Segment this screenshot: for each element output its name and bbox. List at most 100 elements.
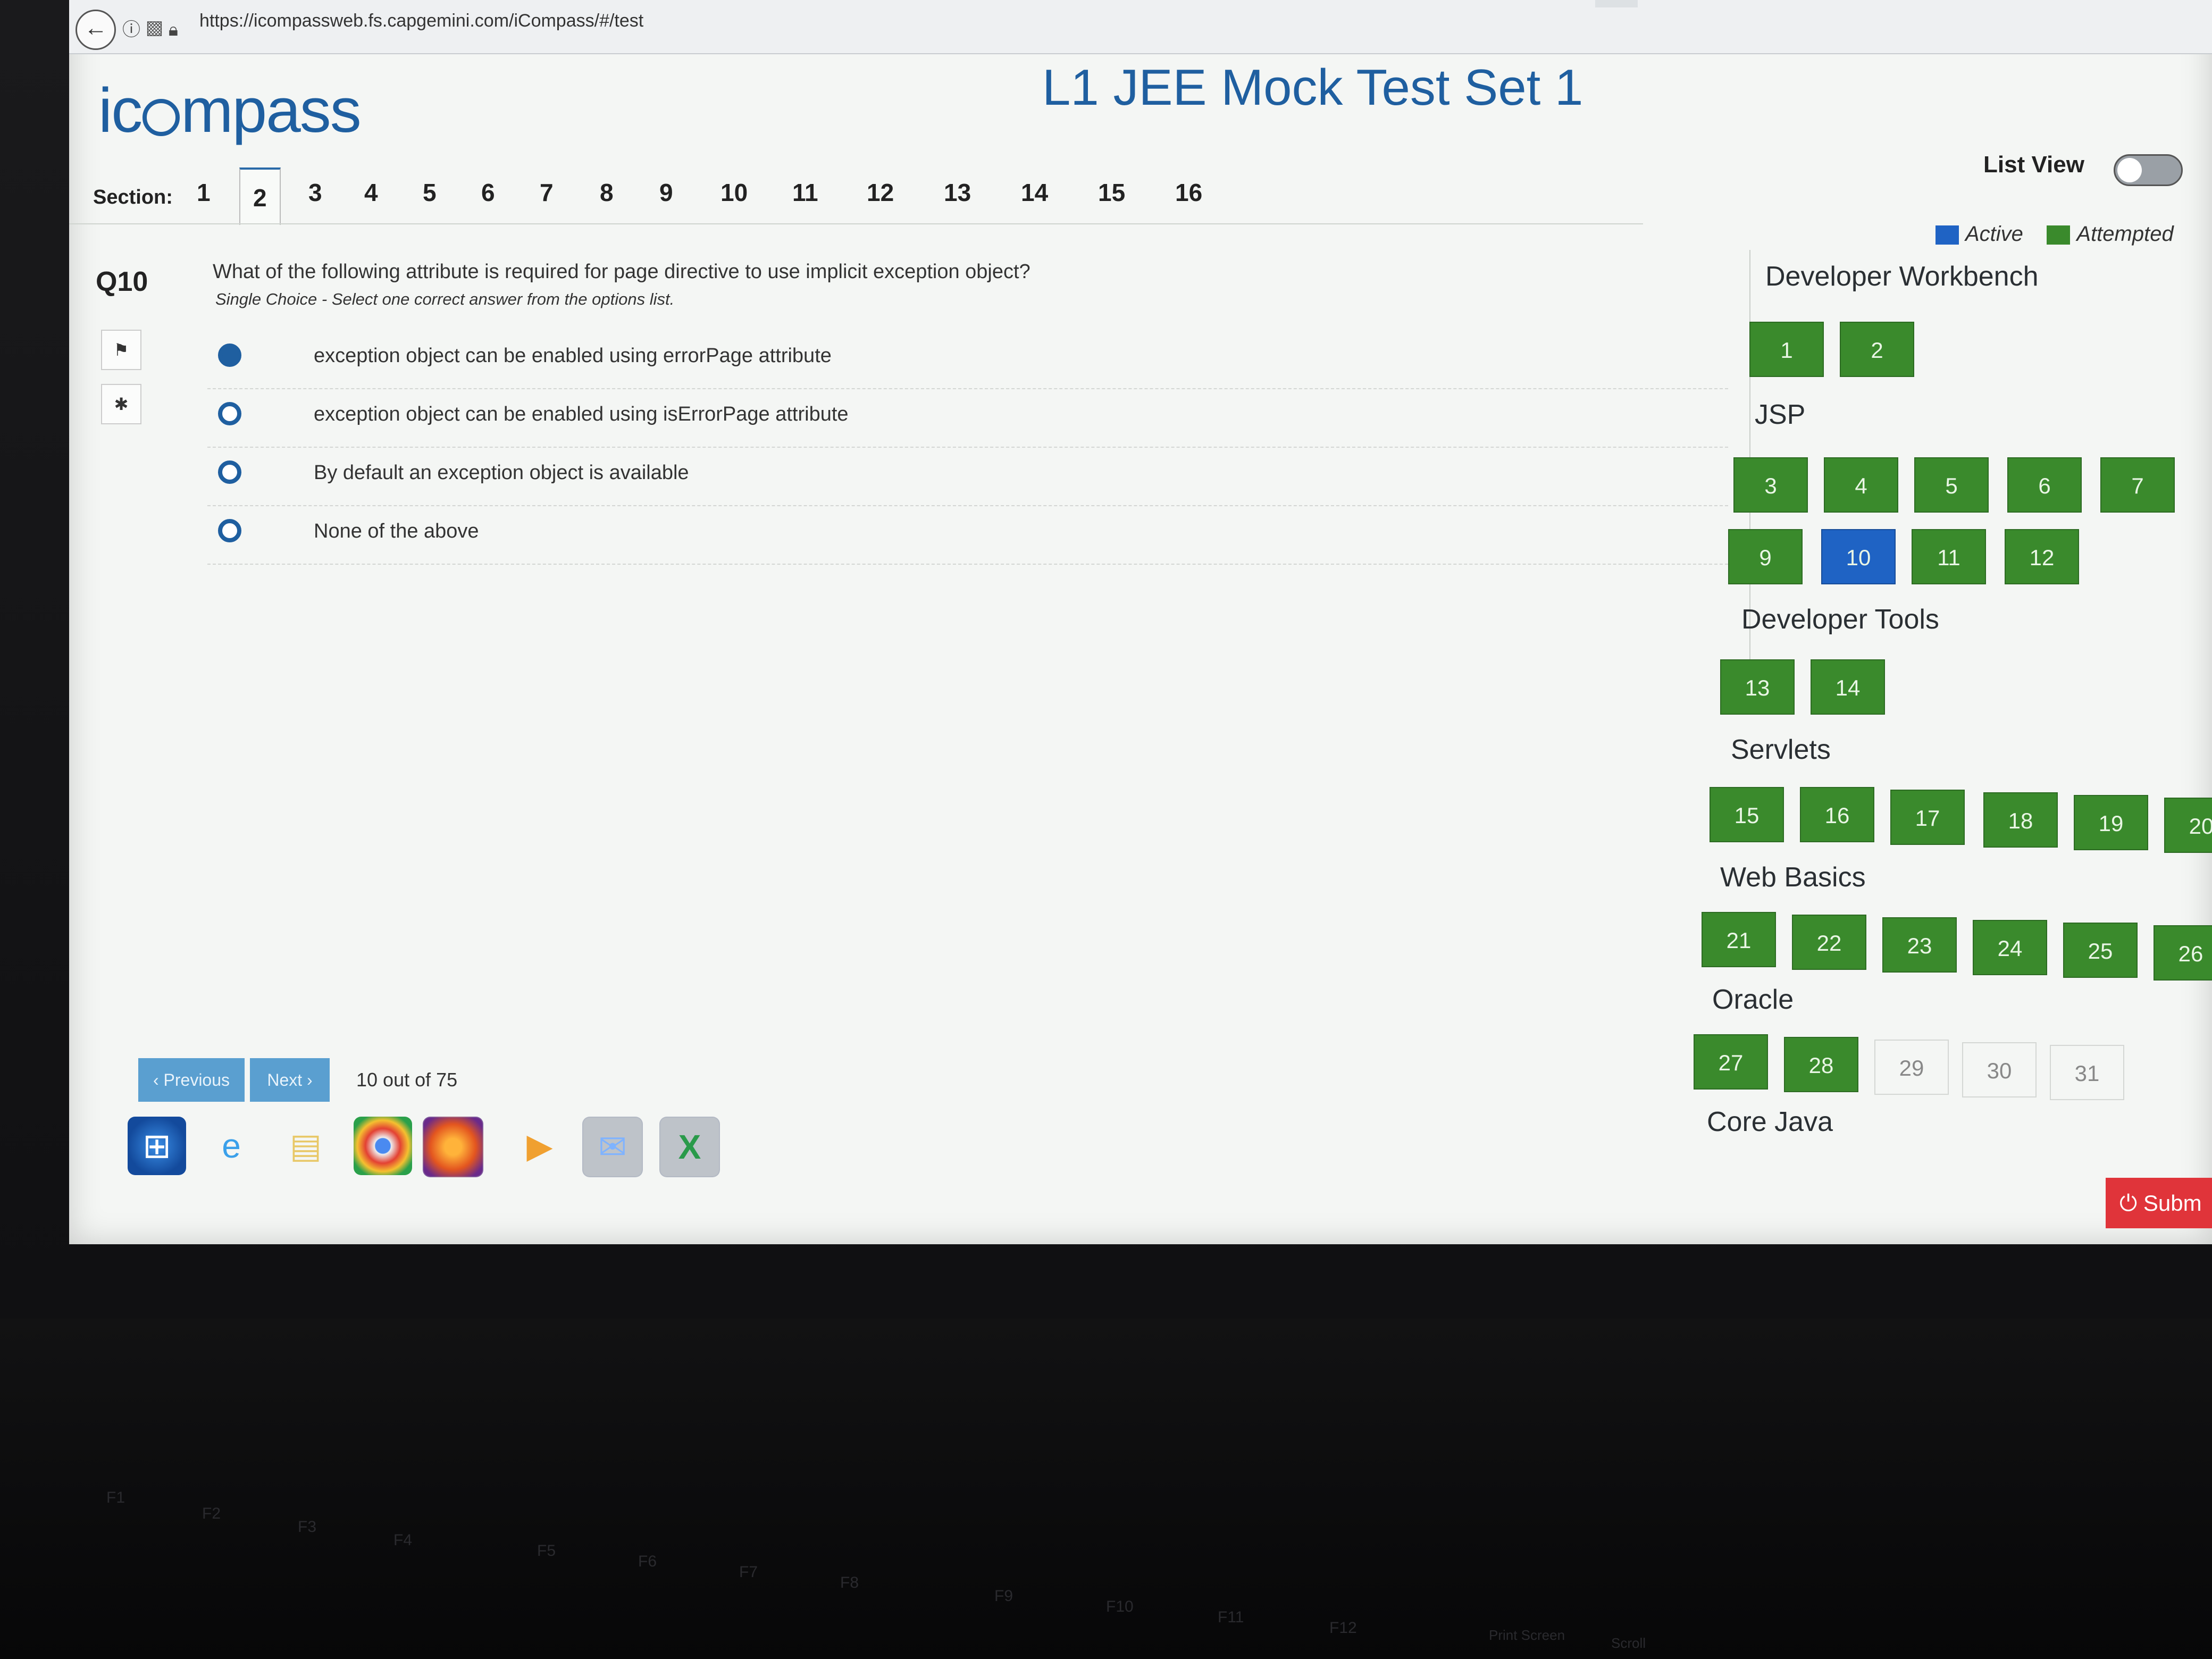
- answer-option-3[interactable]: By default an exception object is availa…: [207, 447, 1728, 506]
- address-bar: ← ⓘ ▩ 🔒︎ https://icompassweb.fs.capgemin…: [69, 0, 2212, 54]
- tab-divider: [69, 223, 1643, 224]
- question-button-18[interactable]: 18: [1983, 792, 2058, 848]
- info-icon: ⓘ: [122, 20, 140, 40]
- radio[interactable]: [218, 519, 241, 542]
- key-f8: F8: [840, 1574, 859, 1591]
- media-player-icon[interactable]: ▶: [510, 1117, 569, 1175]
- question-button-22[interactable]: 22: [1792, 915, 1866, 970]
- question-button-3[interactable]: 3: [1733, 457, 1808, 513]
- keyboard: F1 F2 F3 F4 F5 F6 F7 F8 F9 F10 F11 F12 P…: [0, 1319, 2212, 1659]
- question-button-25[interactable]: 25: [2063, 923, 2138, 978]
- question-button-14[interactable]: 14: [1811, 659, 1885, 715]
- tab-section-7[interactable]: 7: [540, 178, 554, 207]
- group-title-servlets: Servlets: [1731, 734, 1831, 765]
- answer-option-1[interactable]: exception object can be enabled using er…: [207, 330, 1728, 389]
- radio[interactable]: [218, 402, 241, 425]
- question-button-11[interactable]: 11: [1912, 529, 1986, 584]
- key-f2: F2: [202, 1505, 221, 1522]
- tab-section-8[interactable]: 8: [600, 178, 614, 207]
- question-button-10[interactable]: 10: [1821, 529, 1896, 584]
- question-type-hint: Single Choice - Select one correct answe…: [215, 290, 675, 308]
- question-button-27[interactable]: 27: [1694, 1034, 1768, 1090]
- submit-button[interactable]: ⏻ Subm: [2106, 1178, 2212, 1228]
- question-button-4[interactable]: 4: [1824, 457, 1898, 513]
- question-button-13[interactable]: 13: [1720, 659, 1795, 715]
- tab-section-13[interactable]: 13: [944, 178, 971, 207]
- file-explorer-icon[interactable]: ▤: [276, 1117, 335, 1175]
- question-text: What of the following attribute is requi…: [213, 261, 1030, 283]
- legend-active-label: Active: [1965, 222, 2023, 246]
- tab-section-5[interactable]: 5: [423, 178, 437, 207]
- question-button-9[interactable]: 9: [1728, 529, 1803, 584]
- question-button-19[interactable]: 19: [2074, 795, 2148, 850]
- radio-selected[interactable]: [218, 343, 241, 367]
- legend-attempted-label: Attempted: [2076, 222, 2174, 246]
- security-icons: ⓘ ▩ 🔒︎: [122, 15, 178, 41]
- option-label: exception object can be enabled using is…: [314, 403, 849, 425]
- question-button-15[interactable]: 15: [1710, 787, 1784, 842]
- group-title-developer-tools: Developer Tools: [1741, 604, 1939, 635]
- question-button-6[interactable]: 6: [2007, 457, 2082, 513]
- tab-section-14[interactable]: 14: [1021, 178, 1048, 207]
- previous-button[interactable]: ‹ Previous: [138, 1058, 245, 1102]
- question-button-16[interactable]: 16: [1800, 787, 1874, 842]
- question-button-7[interactable]: 7: [2100, 457, 2175, 513]
- group-title-web-basics: Web Basics: [1720, 862, 1866, 893]
- question-button-31[interactable]: 31: [2050, 1045, 2124, 1100]
- tab-section-12[interactable]: 12: [867, 178, 894, 207]
- lock-icon: 🔒︎: [168, 20, 178, 40]
- report-bug-button[interactable]: ✱: [101, 384, 141, 424]
- firefox-icon[interactable]: [423, 1117, 483, 1177]
- question-button-5[interactable]: 5: [1914, 457, 1989, 513]
- tab-section-11[interactable]: 11: [792, 178, 818, 207]
- start-button[interactable]: ⊞: [128, 1117, 186, 1175]
- question-button-2[interactable]: 2: [1840, 322, 1914, 377]
- list-view-toggle[interactable]: [2114, 154, 2183, 186]
- question-button-17[interactable]: 17: [1890, 790, 1965, 845]
- key-f11: F11: [1218, 1608, 1244, 1626]
- tab-section-4[interactable]: 4: [364, 178, 378, 207]
- question-button-21[interactable]: 21: [1702, 912, 1776, 967]
- option-label: By default an exception object is availa…: [314, 462, 689, 484]
- key-f12: F12: [1329, 1619, 1357, 1637]
- bug-icon: ✱: [114, 395, 129, 414]
- tab-section-3[interactable]: 3: [308, 178, 322, 207]
- tab-section-9[interactable]: 9: [659, 178, 673, 207]
- option-label: exception object can be enabled using er…: [314, 345, 832, 367]
- answer-option-2[interactable]: exception object can be enabled using is…: [207, 388, 1728, 448]
- excel-icon[interactable]: X: [659, 1117, 720, 1177]
- flag-question-button[interactable]: ⚑: [101, 330, 141, 370]
- tab-section-16[interactable]: 16: [1175, 178, 1202, 207]
- tab-section-6[interactable]: 6: [481, 178, 495, 207]
- internet-explorer-icon[interactable]: e: [202, 1117, 261, 1175]
- answer-option-4[interactable]: None of the above: [207, 505, 1728, 565]
- question-button-30[interactable]: 30: [1962, 1042, 2037, 1097]
- question-button-23[interactable]: 23: [1882, 917, 1957, 973]
- question-button-29[interactable]: 29: [1874, 1040, 1949, 1095]
- back-button[interactable]: ←: [76, 10, 116, 50]
- url-field[interactable]: https://icompassweb.fs.capgemini.com/iCo…: [199, 11, 643, 31]
- tab-section-10[interactable]: 10: [720, 178, 748, 207]
- key-f5: F5: [537, 1542, 556, 1560]
- question-button-12[interactable]: 12: [2005, 529, 2079, 584]
- question-button-24[interactable]: 24: [1973, 920, 2047, 975]
- tab-section-1[interactable]: 1: [197, 178, 211, 207]
- question-button-28[interactable]: 28: [1784, 1037, 1858, 1092]
- question-button-20[interactable]: 20: [2164, 798, 2212, 853]
- group-title-jsp: JSP: [1755, 399, 1806, 430]
- compass-icon: [143, 99, 180, 136]
- attempted-swatch: [2047, 225, 2071, 245]
- windows-logo-icon: ⊞: [143, 1127, 171, 1165]
- radio[interactable]: [218, 460, 241, 484]
- thunderbird-icon[interactable]: ✉: [582, 1117, 643, 1177]
- tab-section-2[interactable]: 2: [239, 167, 281, 225]
- tab-section-15[interactable]: 15: [1098, 178, 1125, 207]
- question-button-26[interactable]: 26: [2154, 925, 2212, 981]
- back-arrow-icon: ←: [84, 15, 107, 41]
- chrome-icon[interactable]: [354, 1117, 412, 1175]
- question-number: Q10: [96, 266, 148, 297]
- flag-icon: ⚑: [113, 340, 129, 359]
- group-title-developer-workbench: Developer Workbench: [1765, 261, 2039, 292]
- question-button-1[interactable]: 1: [1749, 322, 1824, 377]
- next-button[interactable]: Next ›: [250, 1058, 330, 1102]
